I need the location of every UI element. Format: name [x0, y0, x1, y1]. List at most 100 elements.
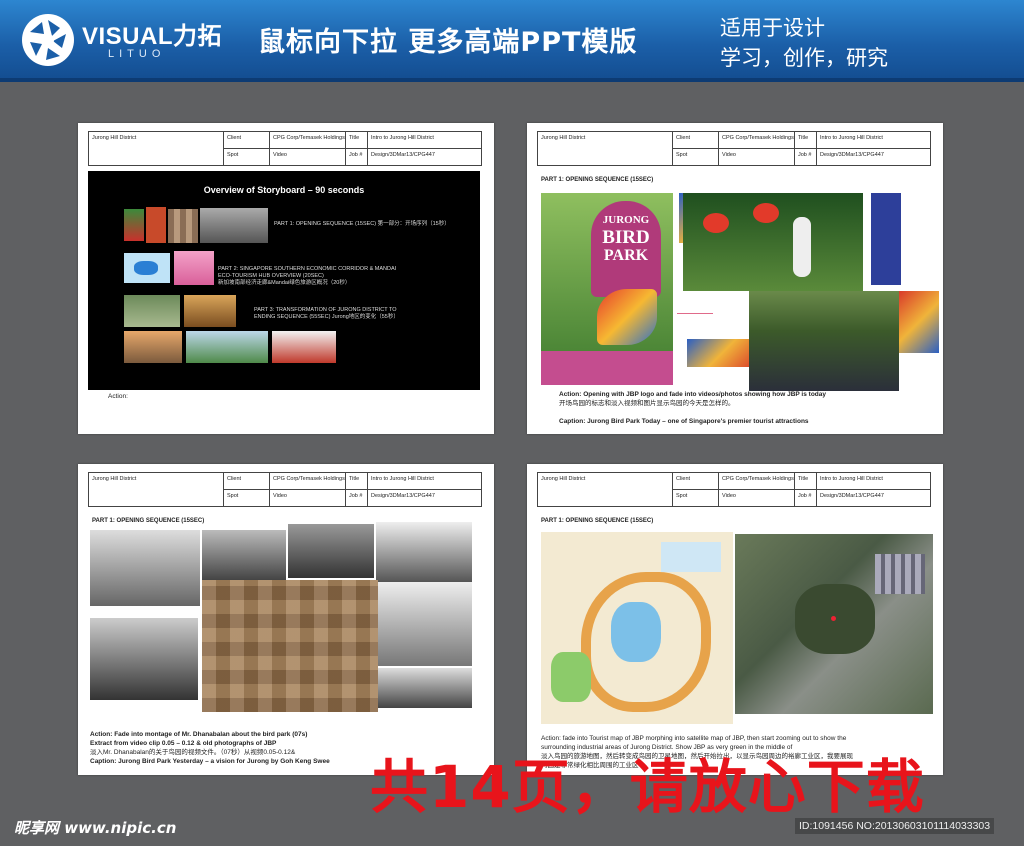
header-client-value: CPG Corp/Temasek Holdings: [722, 135, 794, 141]
storyboard-part-2-line-1: PART 2: SINGAPORE SOUTHERN ECONOMIC CORR…: [218, 266, 397, 272]
bird-show-crowd-photo: [749, 291, 899, 391]
parrot-logo-photo: [687, 339, 757, 367]
thumb-photo: [174, 251, 214, 285]
header-spot-value: Video: [722, 152, 736, 158]
slide-2-caption: Caption: Jurong Bird Park Today – one of…: [559, 418, 809, 425]
header-client-label: Client: [676, 476, 691, 482]
pixelated-video-frame: [202, 580, 378, 712]
header-spot-value: Video: [273, 493, 287, 499]
slide-3-line-2: Extract from video clip 0.05 – 0.12 & ol…: [90, 740, 277, 747]
brand-name: VISUAL力拓: [82, 23, 223, 50]
header-job-value: Design/3DMar13/CPG447: [820, 152, 884, 158]
header-job-label: Job #: [798, 493, 812, 499]
header-job-label: Job #: [349, 152, 363, 158]
aperture-logo-icon: [22, 14, 74, 66]
thumb-photo: [124, 295, 180, 327]
header-job-value: Design/3DMar13/CPG447: [371, 493, 435, 499]
slide-thumbnail-4[interactable]: Jurong Hill District Client CPG Corp/Tem…: [527, 464, 943, 775]
header-spot-value: Video: [722, 493, 736, 499]
header-job-value: Design/3DMar13/CPG447: [371, 152, 435, 158]
slide-thumbnail-1[interactable]: Jurong Hill District Client CPG Corp/Tem…: [78, 123, 494, 434]
bird-park-sign-photo: JURONG BIRD PARK: [541, 193, 673, 385]
transition-arrow: [677, 313, 713, 314]
header-client-value: CPG Corp/Temasek Holdings: [273, 476, 345, 482]
header-client-label: Client: [227, 135, 242, 141]
page-count-overlay-text: 共14页，请放心下载: [370, 753, 925, 821]
slide-header-table: Jurong Hill District Client CPG Corp/Tem…: [88, 131, 482, 166]
slide-3-part-heading: PART 1: OPENING SEQUENCE (15SEC): [92, 518, 205, 524]
slide-3-line-4: Caption: Jurong Bird Park Yesterday – a …: [90, 758, 330, 765]
header-title-label: Title: [798, 135, 809, 141]
header-project: Jurong Hill District: [92, 476, 137, 482]
thumb-photo: [186, 331, 268, 363]
slide-header-table: Jurong Hill District Client CPG Corp/Tem…: [537, 472, 931, 507]
header-spot-value: Video: [273, 152, 287, 158]
storyboard-part-1: PART 1: OPENING SEQUENCE (15SEC) 第一部分：开场…: [274, 221, 450, 227]
header-client-label: Client: [676, 135, 691, 141]
bw-photo: [90, 530, 200, 606]
header-title-value: Intro to Jurong Hill District: [820, 135, 883, 141]
slide-3-line-1: Action: Fade into montage of Mr. Dhanaba…: [90, 731, 308, 738]
bw-photo: [376, 522, 472, 582]
header-client-value: CPG Corp/Temasek Holdings: [722, 476, 794, 482]
banner-stripe: [0, 78, 1024, 82]
slogan-line-2: 学习，创作，研究: [720, 46, 888, 70]
sign-text-bird: BIRD: [602, 227, 650, 248]
bw-photo: [288, 524, 374, 578]
storyboard-part-3-line-2: ENDING SEQUENCE (55SEC) Jurong地区的变化（55秒）: [254, 314, 399, 320]
slide-3-line-3: 淡入Mr. Dhanabalan的关于鸟园的视频文件。（07秒）从视频0.05-…: [90, 749, 296, 756]
thumb-photo: [146, 207, 166, 243]
storyboard-black-panel: Overview of Storyboard – 90 seconds PART…: [88, 171, 480, 390]
header-spot-label: Spot: [676, 493, 688, 499]
header-project: Jurong Hill District: [92, 135, 137, 141]
header-title-label: Title: [798, 476, 809, 482]
slide-2-action: Action: Opening with JBP logo and fade i…: [559, 391, 826, 398]
header-job-label: Job #: [798, 152, 812, 158]
thumb-photo: [124, 209, 144, 241]
slide-thumbnail-2[interactable]: Jurong Hill District Client CPG Corp/Tem…: [527, 123, 943, 434]
pixelated-photo: [168, 209, 198, 243]
header-client-value: CPG Corp/Temasek Holdings: [273, 135, 345, 141]
slide-thumbnail-3[interactable]: Jurong Hill District Client CPG Corp/Tem…: [78, 464, 494, 775]
header-title-value: Intro to Jurong Hill District: [371, 476, 434, 482]
thumb-photo: [272, 331, 336, 363]
bw-photo: [90, 618, 198, 700]
satellite-map: [735, 534, 933, 714]
header-title-label: Title: [349, 135, 360, 141]
header-spot-label: Spot: [676, 152, 688, 158]
map-thumb: [124, 253, 170, 283]
top-banner: VISUAL力拓 LITUO 鼠标向下拉 更多高端PPT模版 适用于设计 学习，…: [0, 0, 1024, 82]
thumb-photo: [184, 295, 236, 327]
slide-header-table: Jurong Hill District Client CPG Corp/Tem…: [88, 472, 482, 507]
storyboard-title: Overview of Storyboard – 90 seconds: [203, 185, 365, 195]
storyboard-part-3-line-1: PART 3: TRANSFORMATION OF JURONG DISTRIC…: [254, 307, 397, 313]
slide-2-part-heading: PART 1: OPENING SEQUENCE (15SEC): [541, 177, 654, 183]
thumb-photo: [200, 208, 268, 243]
header-spot-label: Spot: [227, 152, 239, 158]
thumb-photo: [124, 331, 182, 363]
header-project: Jurong Hill District: [541, 135, 586, 141]
sign-text-park: PARK: [603, 247, 649, 264]
slogan-line-1: 适用于设计: [720, 16, 825, 40]
slide-4-part-heading: PART 1: OPENING SEQUENCE (15SEC): [541, 518, 654, 524]
header-title-label: Title: [349, 476, 360, 482]
header-job-label: Job #: [349, 493, 363, 499]
bw-photo: [378, 582, 472, 666]
slide-2-action-cn: 开场鸟园的标志和淡入视频和图片显示鸟园的今天是怎样的。: [559, 400, 735, 407]
header-title-value: Intro to Jurong Hill District: [371, 135, 434, 141]
bw-photo: [202, 530, 286, 580]
header-project: Jurong Hill District: [541, 476, 586, 482]
bird-photo: [683, 193, 863, 291]
header-title-value: Intro to Jurong Hill District: [820, 476, 883, 482]
image-id-label: ID:1091456 NO:20130603101114033303: [795, 818, 995, 834]
tourist-map: [541, 532, 733, 724]
header-client-label: Client: [227, 476, 242, 482]
header-spot-label: Spot: [227, 493, 239, 499]
site-watermark: 昵享网 www.nipic.cn: [14, 819, 177, 837]
header-job-value: Design/3DMar13/CPG447: [820, 493, 884, 499]
parrot-logo-photo: [899, 291, 939, 353]
bw-photo: [378, 668, 472, 708]
storyboard-part-2-line-2: ECO-TOURISM HUB OVERVIEW (20SEC): [218, 273, 324, 279]
park-sign-photo: [871, 193, 901, 285]
storyboard-part-2-line-3: 新加坡南部经济走廊&Mandai绿色旅游区概况（20秒）: [218, 280, 351, 286]
